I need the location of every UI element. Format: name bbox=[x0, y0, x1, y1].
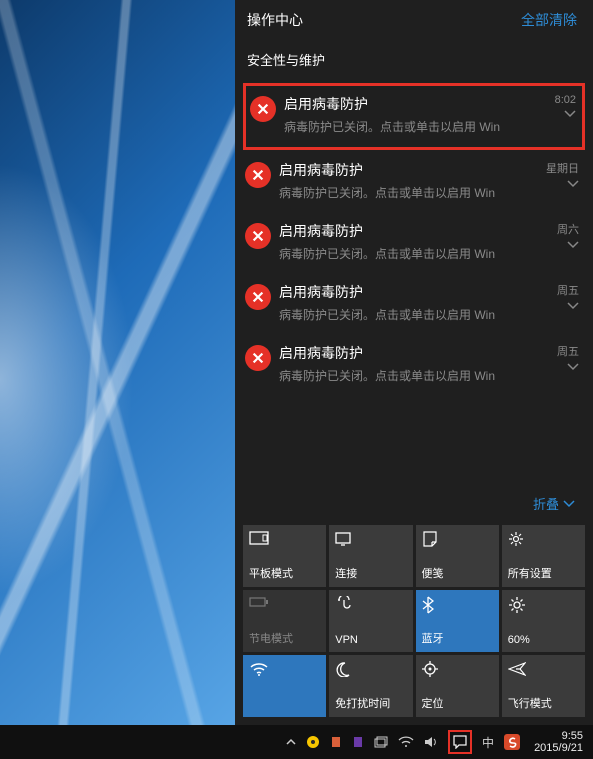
qa-label: 免打扰时间 bbox=[335, 695, 406, 711]
clear-all-link[interactable]: 全部清除 bbox=[521, 10, 577, 30]
action-center-icon[interactable] bbox=[448, 730, 472, 754]
notification-desc: 病毒防护已关闭。点击或单击以启用 Win bbox=[279, 184, 527, 201]
location-icon bbox=[422, 661, 493, 679]
vpn-icon bbox=[335, 596, 406, 614]
qa-label: 连接 bbox=[335, 565, 406, 581]
qa-label: 便笺 bbox=[422, 565, 493, 581]
connect-icon bbox=[335, 531, 406, 549]
notification-time: 周五 bbox=[557, 343, 579, 359]
bluetooth-icon bbox=[422, 596, 493, 614]
qa-connect[interactable]: 连接 bbox=[329, 525, 412, 587]
qa-note[interactable]: 便笺 bbox=[416, 525, 499, 587]
notification-item[interactable]: 启用病毒防护 病毒防护已关闭。点击或单击以启用 Win 周六 bbox=[243, 215, 585, 276]
error-icon bbox=[250, 96, 276, 122]
moon-icon bbox=[335, 661, 406, 679]
section-title-security: 安全性与维护 bbox=[235, 46, 593, 83]
error-icon bbox=[245, 284, 271, 310]
tablet-icon bbox=[249, 531, 320, 549]
action-center-panel: 操作中心 全部清除 安全性与维护 启用病毒防护 病毒防护已关闭。点击或单击以启用… bbox=[235, 0, 593, 725]
notification-desc: 病毒防护已关闭。点击或单击以启用 Win bbox=[279, 367, 527, 384]
quick-actions-grid: 平板模式 连接 便笺 所有设置 节电模式 VPN 蓝牙 60% bbox=[235, 525, 593, 725]
notification-desc: 病毒防护已关闭。点击或单击以启用 Win bbox=[279, 306, 527, 323]
notification-time: 8:02 bbox=[555, 94, 576, 106]
qa-label: 60% bbox=[508, 634, 579, 646]
gear-icon bbox=[508, 531, 579, 549]
taskbar: 中 9:55 2015/9/21 bbox=[0, 725, 593, 759]
chevron-down-icon[interactable] bbox=[567, 180, 579, 188]
note-icon bbox=[422, 531, 493, 549]
qa-label: 飞行模式 bbox=[508, 695, 579, 711]
tray-chevron-up-icon[interactable] bbox=[286, 738, 296, 746]
notification-time: 周五 bbox=[557, 282, 579, 298]
notification-desc: 病毒防护已关闭。点击或单击以启用 Win bbox=[284, 118, 524, 135]
qa-airplane[interactable]: 飞行模式 bbox=[502, 655, 585, 717]
notification-desc: 病毒防护已关闭。点击或单击以启用 Win bbox=[279, 245, 527, 262]
notification-title: 启用病毒防护 bbox=[279, 343, 527, 363]
qa-quiet-hours[interactable]: 免打扰时间 bbox=[329, 655, 412, 717]
airplane-icon bbox=[508, 661, 579, 679]
desktop-wallpaper bbox=[0, 0, 235, 759]
volume-icon[interactable] bbox=[424, 735, 438, 749]
notification-item[interactable]: 启用病毒防护 病毒防护已关闭。点击或单击以启用 Win 星期日 bbox=[243, 154, 585, 215]
notification-title: 启用病毒防护 bbox=[284, 94, 524, 114]
notification-item[interactable]: 启用病毒防护 病毒防护已关闭。点击或单击以启用 Win 周五 bbox=[243, 276, 585, 337]
qa-label: 蓝牙 bbox=[422, 630, 493, 646]
system-tray: 中 9:55 2015/9/21 bbox=[286, 730, 593, 754]
error-icon bbox=[245, 223, 271, 249]
qa-battery-saver[interactable]: 节电模式 bbox=[243, 590, 326, 652]
chevron-down-icon bbox=[563, 500, 575, 508]
qa-label: 定位 bbox=[422, 695, 493, 711]
action-center-title: 操作中心 bbox=[247, 10, 303, 30]
wifi-icon[interactable] bbox=[398, 736, 414, 748]
qa-bluetooth[interactable]: 蓝牙 bbox=[416, 590, 499, 652]
tray-app-icon[interactable] bbox=[330, 735, 342, 749]
collapse-row[interactable]: 折叠 bbox=[235, 482, 593, 525]
taskbar-clock[interactable]: 9:55 2015/9/21 bbox=[530, 730, 587, 754]
action-center-header: 操作中心 全部清除 bbox=[235, 0, 593, 46]
wifi-icon bbox=[249, 661, 320, 679]
qa-label: 平板模式 bbox=[249, 565, 320, 581]
qa-wifi[interactable] bbox=[243, 655, 326, 717]
notification-title: 启用病毒防护 bbox=[279, 160, 527, 180]
chevron-down-icon[interactable] bbox=[567, 363, 579, 371]
sogou-ime-icon[interactable] bbox=[504, 734, 520, 750]
chevron-down-icon[interactable] bbox=[564, 110, 576, 118]
error-icon bbox=[245, 345, 271, 371]
collapse-label[interactable]: 折叠 bbox=[533, 494, 559, 513]
qa-vpn[interactable]: VPN bbox=[329, 590, 412, 652]
chevron-down-icon[interactable] bbox=[567, 302, 579, 310]
notification-list: 启用病毒防护 病毒防护已关闭。点击或单击以启用 Win 8:02 启用病毒防护 … bbox=[235, 83, 593, 482]
qa-label: VPN bbox=[335, 634, 406, 646]
qa-label: 所有设置 bbox=[508, 565, 579, 581]
clock-date: 2015/9/21 bbox=[534, 742, 583, 754]
tray-app-icon[interactable] bbox=[352, 735, 364, 749]
notification-title: 启用病毒防护 bbox=[279, 282, 527, 302]
battery-icon bbox=[249, 596, 320, 614]
chevron-down-icon[interactable] bbox=[567, 241, 579, 249]
qa-all-settings[interactable]: 所有设置 bbox=[502, 525, 585, 587]
notification-time: 周六 bbox=[557, 221, 579, 237]
error-icon bbox=[245, 162, 271, 188]
brightness-icon bbox=[508, 596, 579, 614]
network-icon[interactable] bbox=[374, 735, 388, 749]
notification-item[interactable]: 启用病毒防护 病毒防护已关闭。点击或单击以启用 Win 周五 bbox=[243, 337, 585, 398]
qa-brightness[interactable]: 60% bbox=[502, 590, 585, 652]
notification-title: 启用病毒防护 bbox=[279, 221, 527, 241]
qa-location[interactable]: 定位 bbox=[416, 655, 499, 717]
notification-time: 星期日 bbox=[546, 160, 579, 176]
tray-app-icon[interactable] bbox=[306, 735, 320, 749]
notification-item[interactable]: 启用病毒防护 病毒防护已关闭。点击或单击以启用 Win 8:02 bbox=[243, 83, 585, 150]
qa-label: 节电模式 bbox=[249, 630, 320, 646]
ime-indicator[interactable]: 中 bbox=[482, 734, 494, 751]
qa-tablet-mode[interactable]: 平板模式 bbox=[243, 525, 326, 587]
clock-time: 9:55 bbox=[562, 730, 583, 742]
